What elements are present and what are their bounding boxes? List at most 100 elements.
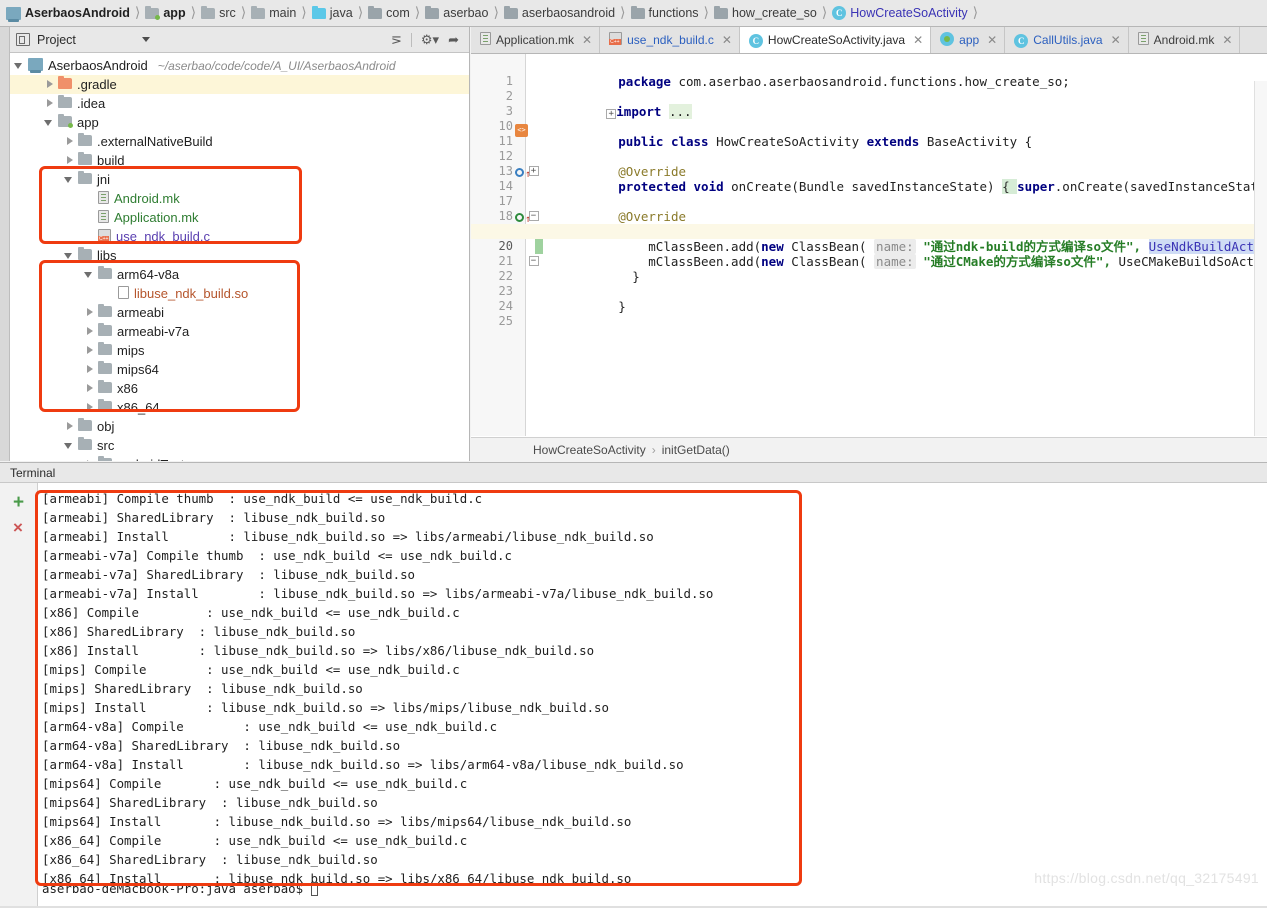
close-icon[interactable]: ✕ bbox=[1222, 33, 1232, 47]
close-icon[interactable]: ✕ bbox=[913, 33, 923, 47]
breadcrumb-item-com[interactable]: com bbox=[366, 0, 412, 26]
chevron-collapsed-icon[interactable] bbox=[84, 364, 95, 375]
code-editor[interactable]: 1 package com.aserbao.aserbaosandroid.fun… bbox=[471, 54, 1267, 436]
chevron-collapsed-icon[interactable] bbox=[84, 459, 95, 461]
code-line-13[interactable]: 13 @Override bbox=[471, 149, 1267, 179]
tree-row-src[interactable]: src bbox=[10, 436, 469, 455]
breadcrumb-item-how-create-so[interactable]: how_create_so bbox=[712, 0, 819, 26]
editor-tab-application-mk[interactable]: Application.mk ✕ bbox=[471, 27, 601, 53]
code-line-1[interactable]: 1 package com.aserbao.aserbaosandroid.fun… bbox=[471, 59, 1267, 89]
fold-collapse-icon[interactable]: − bbox=[528, 256, 539, 267]
tree-row-gradle[interactable]: .gradle bbox=[10, 75, 469, 94]
hide-panel-icon[interactable]: ➦ bbox=[448, 33, 459, 46]
editor-tab-android-mk[interactable]: Android.mk ✕ bbox=[1128, 27, 1241, 53]
code-line-12[interactable]: 12 bbox=[471, 134, 1267, 163]
code-line-24[interactable]: 24} bbox=[471, 284, 1267, 314]
tree-row-use-ndk-build-c[interactable]: use_ndk_build.c bbox=[10, 227, 469, 246]
chevron-down-icon[interactable] bbox=[141, 37, 150, 42]
tree-row-armeabi-v7a[interactable]: armeabi-v7a bbox=[10, 322, 469, 341]
chevron-collapsed-icon[interactable] bbox=[84, 307, 95, 318]
close-icon[interactable]: ✕ bbox=[1111, 33, 1121, 47]
tree-row-build[interactable]: build bbox=[10, 151, 469, 170]
code-line-18[interactable]: 18 @Override bbox=[471, 194, 1267, 224]
code-line-3[interactable]: 3 + import ... bbox=[471, 89, 1267, 119]
breadcrumb-item-main[interactable]: main bbox=[249, 0, 298, 26]
tree-row-x86[interactable]: x86 bbox=[10, 379, 469, 398]
chevron-collapsed-icon[interactable] bbox=[84, 402, 95, 413]
tree-row-android-mk[interactable]: Android.mk bbox=[10, 189, 469, 208]
chevron-collapsed-icon[interactable] bbox=[84, 326, 95, 337]
tree-row-armeabi[interactable]: armeabi bbox=[10, 303, 469, 322]
status-method-name[interactable]: initGetData() bbox=[662, 443, 730, 457]
code-line-21[interactable]: 21 mClassBeen.add(new ClassBean( name: "通… bbox=[471, 239, 1267, 269]
project-tree[interactable]: AserbaosAndroid ~/aserbao/code/code/A_UI… bbox=[10, 53, 469, 461]
tree-row-jni[interactable]: jni bbox=[10, 170, 469, 189]
tree-row-app[interactable]: app bbox=[10, 113, 469, 132]
chevron-collapsed-icon[interactable] bbox=[64, 155, 75, 166]
code-line-10[interactable]: 10 bbox=[471, 104, 1267, 133]
breadcrumb-item-src[interactable]: src bbox=[199, 0, 238, 26]
settings-gear-icon[interactable]: ⚙▾ bbox=[421, 33, 439, 46]
breadcrumb-item-app[interactable]: app bbox=[143, 0, 187, 26]
chevron-collapsed-icon[interactable] bbox=[44, 79, 55, 90]
terminal-header[interactable]: Terminal bbox=[0, 462, 1267, 483]
chevron-collapsed-icon[interactable] bbox=[84, 345, 95, 356]
breadcrumb-item-class[interactable]: C HowCreateSoActivity bbox=[830, 0, 969, 26]
editor-tab-app[interactable]: app ✕ bbox=[931, 27, 1006, 53]
close-icon[interactable]: ✕ bbox=[582, 33, 592, 47]
close-terminal-icon[interactable]: × bbox=[13, 519, 23, 536]
breadcrumb-navbar: AserbaosAndroid ⟩ app ⟩ src ⟩ main ⟩ jav… bbox=[0, 0, 1267, 27]
close-icon[interactable]: ✕ bbox=[987, 33, 997, 47]
chevron-collapsed-icon[interactable] bbox=[84, 383, 95, 394]
tree-row-libs[interactable]: libs bbox=[10, 246, 469, 265]
breadcrumb-item-aserbao[interactable]: aserbao bbox=[423, 0, 490, 26]
tree-row-obj[interactable]: obj bbox=[10, 417, 469, 436]
left-tool-strip[interactable] bbox=[0, 27, 10, 461]
fold-collapse-icon[interactable]: − bbox=[528, 211, 539, 222]
code-line-11[interactable]: 11 <> public class HowCreateSoActivity ext… bbox=[471, 119, 1267, 149]
code-line-17[interactable]: 17 bbox=[471, 179, 1267, 208]
tree-row-arm64-v8a[interactable]: arm64-v8a bbox=[10, 265, 469, 284]
breadcrumb-label: functions bbox=[648, 6, 699, 20]
code-line-14[interactable]: 14↑+protected void onCreate(Bundle saved… bbox=[471, 164, 1267, 194]
breadcrumb-item-project[interactable]: AserbaosAndroid bbox=[4, 0, 132, 26]
code-line-2[interactable]: 2 bbox=[471, 74, 1267, 103]
terminal-output[interactable]: [armeabi] Compile thumb : use_ndk_build … bbox=[38, 483, 1267, 908]
fold-expand-icon[interactable]: + bbox=[528, 166, 539, 177]
editor-tab-use-ndk-build-c[interactable]: use_ndk_build.c ✕ bbox=[600, 27, 740, 53]
new-terminal-tab-icon[interactable]: + bbox=[13, 493, 24, 512]
code-line-19[interactable]: 19↑−public void initGetData() { bbox=[471, 209, 1267, 239]
chevron-expanded-icon[interactable] bbox=[64, 250, 75, 261]
chevron-expanded-icon[interactable] bbox=[14, 60, 25, 71]
code-line-22[interactable]: 22−} bbox=[471, 254, 1267, 284]
tree-row-root[interactable]: AserbaosAndroid ~/aserbao/code/code/A_UI… bbox=[10, 56, 469, 75]
chevron-expanded-icon[interactable] bbox=[64, 440, 75, 451]
status-class-name[interactable]: HowCreateSoActivity bbox=[533, 443, 646, 457]
editor-tab-howcreatesoactivity-java[interactable]: C HowCreateSoActivity.java ✕ bbox=[739, 27, 932, 53]
terminal-prompt[interactable]: aserbao-deMacBook-Pro:java aserbao$ bbox=[42, 881, 318, 896]
tree-row-application-mk[interactable]: Application.mk bbox=[10, 208, 469, 227]
code-line-23[interactable]: 23 bbox=[471, 269, 1267, 298]
chevron-expanded-icon[interactable] bbox=[44, 117, 55, 128]
tree-row-idea[interactable]: .idea bbox=[10, 94, 469, 113]
close-icon[interactable]: ✕ bbox=[722, 33, 732, 47]
editor-tab-callutils-java[interactable]: C CallUtils.java ✕ bbox=[1005, 27, 1129, 53]
tree-row-x86-64[interactable]: x86_64 bbox=[10, 398, 469, 417]
code-line-25[interactable]: 25 bbox=[471, 299, 1267, 328]
tree-row-mips64[interactable]: mips64 bbox=[10, 360, 469, 379]
collapse-all-icon[interactable]: ⋝ bbox=[391, 33, 402, 46]
editor-scrollbar[interactable] bbox=[1254, 81, 1267, 436]
code-line-20[interactable]: 20 mClassBeen.add(new ClassBean( name: "通… bbox=[471, 224, 1267, 254]
tree-row-mips[interactable]: mips bbox=[10, 341, 469, 360]
chevron-collapsed-icon[interactable] bbox=[44, 98, 55, 109]
chevron-expanded-icon[interactable] bbox=[64, 174, 75, 185]
breadcrumb-item-java[interactable]: java bbox=[310, 0, 355, 26]
breadcrumb-item-functions[interactable]: functions bbox=[629, 0, 701, 26]
chevron-expanded-icon[interactable] bbox=[84, 269, 95, 280]
tree-row-libuse-ndk-build-so[interactable]: libuse_ndk_build.so bbox=[10, 284, 469, 303]
chevron-collapsed-icon[interactable] bbox=[64, 421, 75, 432]
tree-row-external-native-build[interactable]: .externalNativeBuild bbox=[10, 132, 469, 151]
breadcrumb-item-aserbaosandroid[interactable]: aserbaosandroid bbox=[502, 0, 617, 26]
tree-row-android-test[interactable]: androidTest bbox=[10, 455, 469, 461]
chevron-collapsed-icon[interactable] bbox=[64, 136, 75, 147]
